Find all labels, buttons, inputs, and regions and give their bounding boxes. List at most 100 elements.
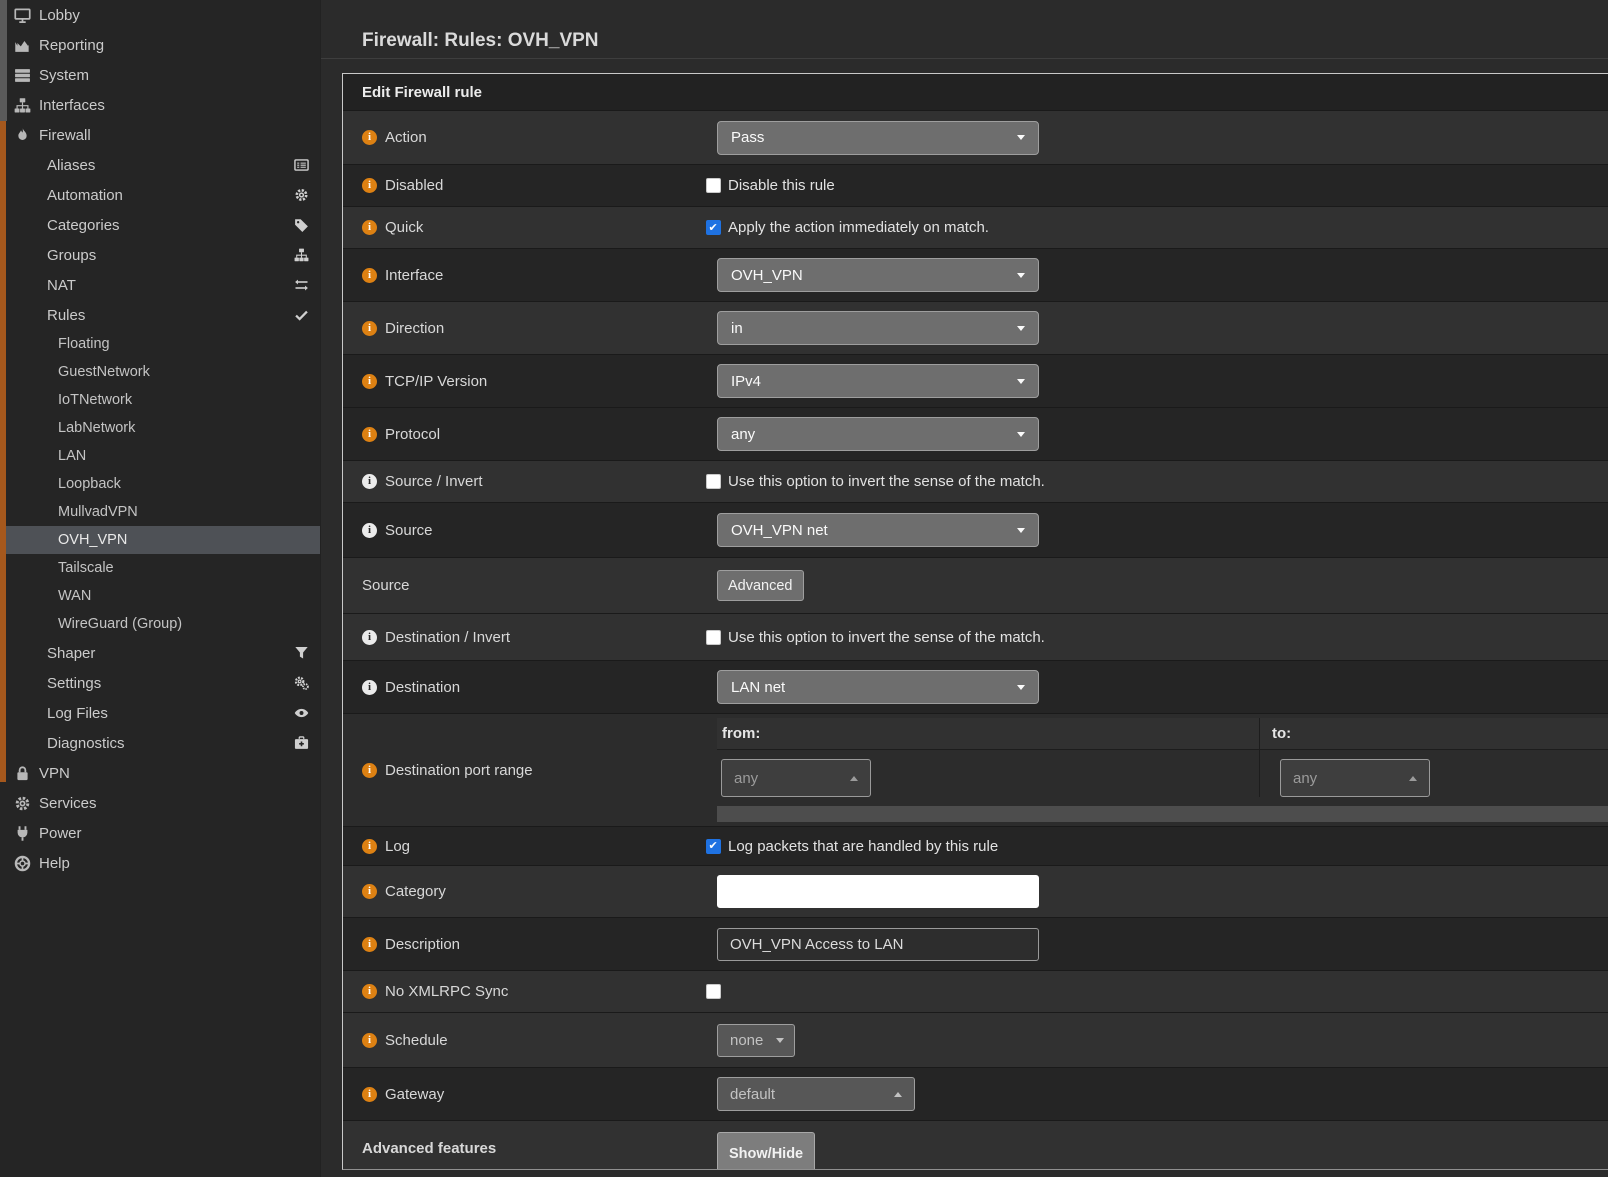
protocol-select[interactable]: any: [717, 417, 1039, 451]
category-input[interactable]: [717, 875, 1039, 908]
advanced-features-control-cell: Show/Hide: [700, 1121, 1608, 1170]
sidebar-item-floating[interactable]: Floating: [0, 330, 320, 358]
description-input[interactable]: [717, 928, 1039, 961]
sidebar-item-log-files[interactable]: Log Files: [0, 698, 320, 728]
form-row-log: iLogLog packets that are handled by this…: [343, 826, 1608, 865]
sidebar-item-wireguard-group[interactable]: WireGuard (Group): [0, 610, 320, 638]
sidebar-item-categories[interactable]: Categories: [0, 210, 320, 240]
sidebar-item-labnetwork[interactable]: LabNetwork: [0, 414, 320, 442]
sidebar-item-settings[interactable]: Settings: [0, 668, 320, 698]
no-xmlrpc-sync-checkbox[interactable]: [706, 984, 721, 999]
interface-select[interactable]: OVH_VPN: [717, 258, 1039, 292]
port-to-select[interactable]: any: [1280, 759, 1430, 797]
info-icon[interactable]: i: [362, 268, 377, 283]
sidebar-item-firewall[interactable]: Firewall: [0, 120, 320, 150]
sidebar-item-reporting[interactable]: Reporting: [0, 30, 320, 60]
info-icon[interactable]: i: [362, 130, 377, 145]
sidebar-item-rules[interactable]: Rules: [0, 300, 320, 330]
destination-invert-label: Destination / Invert: [385, 629, 510, 646]
sidebar-item-iotnetwork[interactable]: IoTNetwork: [0, 386, 320, 414]
chevron-down-icon: [776, 1038, 784, 1043]
info-icon[interactable]: i: [362, 1033, 377, 1048]
sidebar-item-shaper[interactable]: Shaper: [0, 638, 320, 668]
sidebar-item-system[interactable]: System: [0, 60, 320, 90]
quick-checkbox[interactable]: [706, 220, 721, 235]
action-label-cell: iAction: [343, 111, 700, 164]
description-control-cell: [700, 918, 1608, 970]
sidebar-item-label: GuestNetwork: [58, 364, 150, 380]
disabled-checkbox[interactable]: [706, 178, 721, 193]
sidebar-item-services[interactable]: Services: [0, 788, 320, 818]
tcpip-version-select[interactable]: IPv4: [717, 364, 1039, 398]
log-control-cell: Log packets that are handled by this rul…: [700, 827, 1608, 865]
info-icon[interactable]: i: [362, 937, 377, 952]
sidebar-item-tailscale[interactable]: Tailscale: [0, 554, 320, 582]
source-invert-checkbox[interactable]: [706, 474, 721, 489]
port-range-scrollbar[interactable]: [717, 806, 1608, 822]
sidebar-item-label: VPN: [39, 765, 70, 782]
info-icon[interactable]: i: [362, 1087, 377, 1102]
sidebar-item-mullvadvpn[interactable]: MullvadVPN: [0, 498, 320, 526]
schedule-label-cell: iSchedule: [343, 1013, 700, 1067]
info-icon[interactable]: i: [362, 220, 377, 235]
info-icon[interactable]: i: [362, 523, 377, 538]
port-from-select[interactable]: any: [721, 759, 871, 797]
sidebar-item-groups[interactable]: Groups: [0, 240, 320, 270]
sidebar-item-interfaces[interactable]: Interfaces: [0, 90, 320, 120]
info-icon[interactable]: i: [362, 474, 377, 489]
sidebar-item-guestnetwork[interactable]: GuestNetwork: [0, 358, 320, 386]
info-icon[interactable]: i: [362, 884, 377, 899]
sidebar-item-diagnostics[interactable]: Diagnostics: [0, 728, 320, 758]
sidebar-item-automation[interactable]: Automation: [0, 180, 320, 210]
category-label: Category: [385, 883, 446, 900]
source-select[interactable]: OVH_VPN net: [717, 513, 1039, 547]
gateway-select[interactable]: default: [717, 1077, 915, 1111]
info-icon[interactable]: i: [362, 680, 377, 695]
info-icon[interactable]: i: [362, 427, 377, 442]
direction-select[interactable]: in: [717, 311, 1039, 345]
tcpip-version-label-cell: iTCP/IP Version: [343, 355, 700, 407]
sidebar-item-lan[interactable]: LAN: [0, 442, 320, 470]
port-range-columns: from:anyto:any: [717, 718, 1608, 797]
advanced-features-button[interactable]: Show/Hide: [717, 1132, 815, 1170]
info-icon[interactable]: i: [362, 984, 377, 999]
page-title: Firewall: Rules: OVH_VPN: [362, 13, 599, 70]
sidebar-item-power[interactable]: Power: [0, 818, 320, 848]
port-range-to-body: any: [1260, 750, 1608, 797]
schedule-select[interactable]: none: [717, 1024, 795, 1057]
sidebar-item-aliases[interactable]: Aliases: [0, 150, 320, 180]
sidebar-item-label: Diagnostics: [47, 735, 125, 752]
info-icon[interactable]: i: [362, 321, 377, 336]
info-icon[interactable]: i: [362, 630, 377, 645]
chevron-up-icon: [850, 776, 858, 781]
sidebar-item-label: Tailscale: [58, 560, 114, 576]
sidebar-item-label: Log Files: [47, 705, 108, 722]
destination-invert-checkbox[interactable]: [706, 630, 721, 645]
port-range-to-header: to:: [1260, 718, 1608, 750]
log-checkbox[interactable]: [706, 839, 721, 854]
tcpip-version-select-value: IPv4: [731, 373, 761, 390]
sitemap-icon: [12, 97, 33, 114]
sidebar-item-label: WireGuard (Group): [58, 616, 182, 632]
action-select[interactable]: Pass: [717, 121, 1039, 155]
sidebar-item-loopback[interactable]: Loopback: [0, 470, 320, 498]
action-control-cell: Pass: [700, 111, 1608, 164]
form-row-direction: iDirectionin: [343, 301, 1608, 354]
info-icon[interactable]: i: [362, 763, 377, 778]
destination-select[interactable]: LAN net: [717, 670, 1039, 704]
sidebar-nav: LobbyReportingSystemInterfacesFirewallAl…: [0, 0, 320, 878]
destination-select-value: LAN net: [731, 679, 785, 696]
chevron-down-icon: [1017, 135, 1025, 140]
sidebar-item-wan[interactable]: WAN: [0, 582, 320, 610]
sidebar-item-help[interactable]: Help: [0, 848, 320, 878]
source-advanced-button[interactable]: Advanced: [717, 570, 804, 601]
info-icon[interactable]: i: [362, 178, 377, 193]
sidebar-item-nat[interactable]: NAT: [0, 270, 320, 300]
info-icon[interactable]: i: [362, 839, 377, 854]
port-to-select-value: any: [1293, 770, 1317, 787]
info-icon[interactable]: i: [362, 374, 377, 389]
sidebar-item-ovh-vpn[interactable]: OVH_VPN: [0, 526, 320, 554]
sidebar-item-lobby[interactable]: Lobby: [0, 0, 320, 30]
sidebar-item-vpn[interactable]: VPN: [0, 758, 320, 788]
sidebar-scrollbar-thumb[interactable]: [0, 0, 7, 121]
